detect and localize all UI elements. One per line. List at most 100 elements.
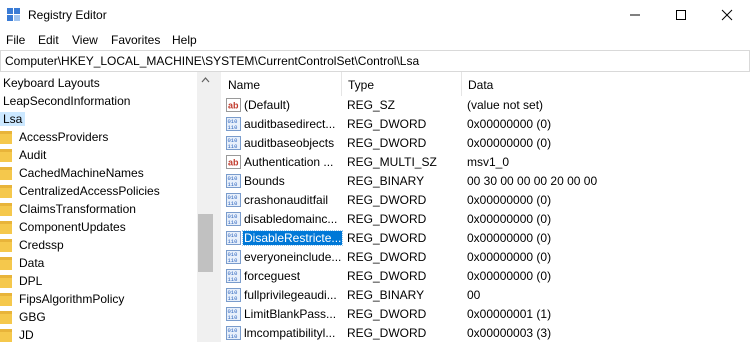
value-name: auditbasedirect... xyxy=(244,117,336,131)
svg-text:110: 110 xyxy=(228,219,238,226)
title-bar: Registry Editor xyxy=(0,0,750,30)
value-row[interactable]: 010 110 Bounds REG_BINARY 00 30 00 00 00 20 … xyxy=(221,172,750,191)
tree-item-dpl[interactable]: DPL xyxy=(0,272,197,290)
value-row[interactable]: 010 110 disabledomainc... REG_DWORD 0x000000… xyxy=(221,210,750,229)
binary-value-icon: 010110 xyxy=(226,212,241,226)
value-row[interactable]: 010 110 crashonauditfail REG_DWORD 0x0000000… xyxy=(221,191,750,210)
value-row[interactable]: 010 110 auditbasedirect... REG_DWORD 0x00000… xyxy=(221,115,750,134)
tree-item-jd[interactable]: JD xyxy=(0,326,197,342)
tree-item-leapsecondinformation[interactable]: LeapSecondInformation xyxy=(0,92,197,110)
tree-item-label: Data xyxy=(19,256,45,270)
menu-bar: File Edit View Favorites Help xyxy=(0,30,750,50)
tree-item-label: CachedMachineNames xyxy=(19,166,144,180)
folder-icon xyxy=(0,203,12,216)
tree-item-keyboard-layouts[interactable]: Keyboard Layouts xyxy=(0,74,197,92)
tree-item-componentupdates[interactable]: ComponentUpdates xyxy=(0,218,197,236)
registry-editor-icon xyxy=(7,8,20,21)
svg-text:110: 110 xyxy=(228,143,238,150)
binary-value-icon: 010110 xyxy=(226,136,241,150)
close-icon xyxy=(721,9,733,21)
value-row[interactable]: 010 110 LimitBlankPass... REG_DWORD 0x000000… xyxy=(221,305,750,324)
value-data: 0x00000000 (0) xyxy=(467,117,552,131)
menu-view[interactable]: View xyxy=(72,33,98,47)
menu-file[interactable]: File xyxy=(6,33,25,47)
svg-text:110: 110 xyxy=(228,257,238,264)
tree-item-label: LeapSecondInformation xyxy=(3,94,131,108)
value-name: LimitBlankPass... xyxy=(244,307,337,321)
svg-text:110: 110 xyxy=(228,124,238,131)
tree-item-label: Audit xyxy=(19,148,47,162)
menu-help[interactable]: Help xyxy=(172,33,197,47)
tree-item-label: DPL xyxy=(19,274,43,288)
string-value-icon: ab xyxy=(226,98,241,112)
value-data: (value not set) xyxy=(467,98,544,112)
pane-splitter[interactable] xyxy=(214,72,221,342)
folder-icon xyxy=(0,221,12,234)
value-type: REG_DWORD xyxy=(347,193,427,207)
tree-item-label: ClaimsTransformation xyxy=(19,202,136,216)
value-row[interactable]: 010 110 lmcompatibilityl... REG_DWORD 0x0000… xyxy=(221,324,750,342)
value-type: REG_BINARY xyxy=(347,288,425,302)
value-data: 0x00000000 (0) xyxy=(467,136,552,150)
binary-value-icon: 010110 xyxy=(226,117,241,131)
value-type: REG_MULTI_SZ xyxy=(347,155,437,169)
binary-value-icon: 010110 xyxy=(226,288,241,302)
value-name: disabledomainc... xyxy=(244,212,338,226)
svg-text:110: 110 xyxy=(228,314,238,321)
binary-value-icon: 010110 xyxy=(226,307,241,321)
value-name: lmcompatibilityl... xyxy=(244,326,336,340)
address-path: Computer\HKEY_LOCAL_MACHINE\SYSTEM\Curre… xyxy=(5,54,420,68)
tree-item-data[interactable]: Data xyxy=(0,254,197,272)
address-bar[interactable]: Computer\HKEY_LOCAL_MACHINE\SYSTEM\Curre… xyxy=(0,50,750,72)
svg-text:110: 110 xyxy=(228,295,238,302)
tree-scrollbar[interactable] xyxy=(197,72,214,342)
svg-text:ab: ab xyxy=(228,101,239,111)
folder-icon xyxy=(0,329,12,342)
tree-item-claimstransformation[interactable]: ClaimsTransformation xyxy=(0,200,197,218)
tree-item-label: Lsa xyxy=(0,112,26,126)
tree-item-centralizedaccesspolicies[interactable]: CentralizedAccessPolicies xyxy=(0,182,197,200)
menu-favorites[interactable]: Favorites xyxy=(111,33,160,47)
tree-item-accessproviders[interactable]: AccessProviders xyxy=(0,128,197,146)
value-name: fullprivilegeaudi... xyxy=(244,288,337,302)
tree-item-audit[interactable]: Audit xyxy=(0,146,197,164)
value-row[interactable]: 010 110 DisableRestricte... REG_DWORD 0x0000… xyxy=(221,229,750,248)
menu-edit[interactable]: Edit xyxy=(38,33,59,47)
tree-item-credssp[interactable]: Credssp xyxy=(0,236,197,254)
value-row[interactable]: 010 110 forceguest REG_DWORD 0x00000000 (0) xyxy=(221,267,750,286)
value-data: 0x00000000 (0) xyxy=(467,193,552,207)
folder-icon xyxy=(0,275,12,288)
string-value-icon: ab xyxy=(226,155,241,169)
svg-text:ab: ab xyxy=(228,158,239,168)
tree-item-label: Credssp xyxy=(19,238,64,252)
maximize-icon xyxy=(676,10,686,20)
column-header-data[interactable]: Data xyxy=(461,72,750,96)
value-name: Authentication ... xyxy=(244,155,334,169)
tree-item-label: JD xyxy=(19,328,34,342)
value-data: 0x00000000 (0) xyxy=(467,231,552,245)
value-row[interactable]: ab Authentication ... REG_MULTI_SZ msv1_0 xyxy=(221,153,750,172)
value-name: crashonauditfail xyxy=(244,193,329,207)
value-data: 00 30 00 00 00 20 00 00 xyxy=(467,174,598,188)
close-button[interactable] xyxy=(704,0,750,30)
value-row[interactable]: 010 110 auditbaseobjects REG_DWORD 0x0000000… xyxy=(221,134,750,153)
minimize-button[interactable] xyxy=(612,0,658,30)
values-list: Name Type Data ab (Default) REG_SZ (value n… xyxy=(221,72,750,342)
tree-item-cachedmachinenames[interactable]: CachedMachineNames xyxy=(0,164,197,182)
value-row[interactable]: ab (Default) REG_SZ (value not set) xyxy=(221,96,750,115)
tree-item-fipsalgorithmpolicy[interactable]: FipsAlgorithmPolicy xyxy=(0,290,197,308)
tree-item-label: ComponentUpdates xyxy=(19,220,126,234)
value-row[interactable]: 010 110 fullprivilegeaudi... REG_BINARY 00 xyxy=(221,286,750,305)
svg-text:110: 110 xyxy=(228,238,238,245)
tree-item-label: FipsAlgorithmPolicy xyxy=(19,292,125,306)
column-header-type[interactable]: Type xyxy=(341,72,461,96)
tree-scrollbar-thumb[interactable] xyxy=(198,214,213,272)
tree-item-lsa[interactable]: Lsa xyxy=(0,110,197,128)
maximize-button[interactable] xyxy=(658,0,704,30)
folder-icon xyxy=(0,311,12,324)
value-row[interactable]: 010 110 everyoneinclude... REG_DWORD 0x00000… xyxy=(221,248,750,267)
tree-item-label: GBG xyxy=(19,310,46,324)
tree-item-gbg[interactable]: GBG xyxy=(0,308,197,326)
column-header-name[interactable]: Name xyxy=(221,72,341,96)
scroll-up-icon[interactable] xyxy=(197,72,214,89)
